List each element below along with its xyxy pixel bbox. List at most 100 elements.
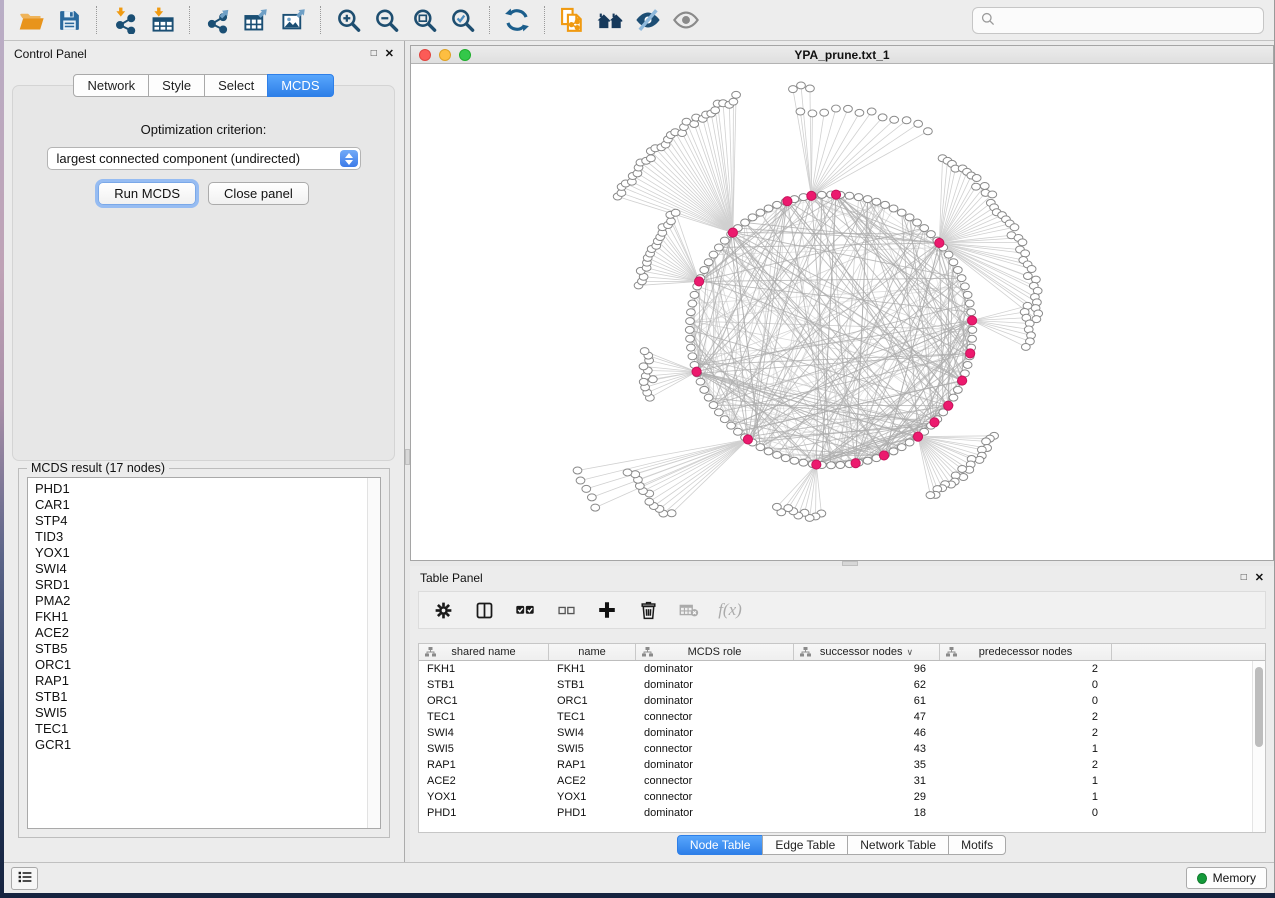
window-maximize-icon[interactable] xyxy=(459,49,471,61)
table-cell: connector xyxy=(636,743,794,755)
show-panels-button[interactable] xyxy=(11,867,38,890)
table-row[interactable]: SWI5SWI5connector431 xyxy=(419,741,1265,757)
mcds-result-item[interactable]: SWI4 xyxy=(35,561,360,577)
refresh-network-icon[interactable] xyxy=(500,4,534,36)
column-header-shared-name[interactable]: shared name xyxy=(419,644,549,660)
column-header-predecessor-nodes[interactable]: predecessor nodes xyxy=(940,644,1112,660)
select-all-columns-icon[interactable] xyxy=(513,598,537,622)
table-cell: 47 xyxy=(794,711,940,723)
mcds-result-item[interactable]: CAR1 xyxy=(35,497,360,513)
table-cell: 0 xyxy=(940,679,1112,691)
table-cell: 61 xyxy=(794,695,940,707)
window-close-icon[interactable] xyxy=(419,49,431,61)
float-panel-icon[interactable]: □ xyxy=(371,49,377,59)
memory-status-icon xyxy=(1197,873,1207,884)
scrollbar-thumb[interactable] xyxy=(1255,667,1263,747)
tab-style[interactable]: Style xyxy=(148,74,205,97)
column-header-name[interactable]: name xyxy=(549,644,636,660)
export-network-icon[interactable] xyxy=(200,4,234,36)
mcds-result-item[interactable]: TEC1 xyxy=(35,721,360,737)
table-cell: dominator xyxy=(636,663,794,675)
column-header-successor-nodes[interactable]: successor nodes∨ xyxy=(794,644,940,660)
tab-network[interactable]: Network xyxy=(73,74,149,97)
close-panel-button[interactable]: Close panel xyxy=(208,182,309,205)
table-row[interactable]: SWI4SWI4dominator462 xyxy=(419,725,1265,741)
mcds-result-item[interactable]: STB1 xyxy=(35,689,360,705)
mcds-list-scrollbar[interactable] xyxy=(367,478,380,828)
export-image-icon[interactable] xyxy=(276,4,310,36)
close-panel-icon[interactable]: ✕ xyxy=(1255,573,1264,584)
table-row[interactable]: ORC1ORC1dominator610 xyxy=(419,693,1265,709)
table-body: FKH1FKH1dominator962STB1STB1dominator620… xyxy=(419,661,1265,821)
close-panel-icon[interactable]: ✕ xyxy=(385,49,394,60)
search-field[interactable] xyxy=(972,7,1264,34)
hide-selected-icon[interactable] xyxy=(631,4,665,36)
table-cell: 18 xyxy=(794,807,940,819)
mcds-result-item[interactable]: YOX1 xyxy=(35,545,360,561)
settings-icon[interactable] xyxy=(431,598,455,622)
tab-network-table[interactable]: Network Table xyxy=(847,835,949,855)
list-icon xyxy=(17,869,33,888)
open-file-icon[interactable] xyxy=(14,4,48,36)
import-table-icon[interactable] xyxy=(145,4,179,36)
mcds-result-item[interactable]: STP4 xyxy=(35,513,360,529)
save-session-icon[interactable] xyxy=(52,4,86,36)
import-network-icon[interactable] xyxy=(107,4,141,36)
mcds-result-item[interactable]: SWI5 xyxy=(35,705,360,721)
table-row[interactable]: RAP1RAP1dominator352 xyxy=(419,757,1265,773)
control-panel-header: Control Panel □ ✕ xyxy=(4,41,404,67)
float-panel-icon[interactable]: □ xyxy=(1241,573,1247,583)
table-row[interactable]: FKH1FKH1dominator962 xyxy=(419,661,1265,677)
network-canvas[interactable] xyxy=(411,64,1273,560)
table-panel: Table Panel □ ✕ xyxy=(410,566,1274,862)
mcds-result-item[interactable]: FKH1 xyxy=(35,609,360,625)
mcds-result-item[interactable]: ACE2 xyxy=(35,625,360,641)
table-row[interactable]: TEC1TEC1connector472 xyxy=(419,709,1265,725)
mcds-result-item[interactable]: PHD1 xyxy=(35,481,360,497)
tab-motifs[interactable]: Motifs xyxy=(948,835,1006,855)
zoom-selected-icon[interactable] xyxy=(445,4,479,36)
show-all-icon[interactable] xyxy=(669,4,703,36)
mcds-result-item[interactable]: PMA2 xyxy=(35,593,360,609)
tab-node-table[interactable]: Node Table xyxy=(677,835,764,855)
clone-network-icon[interactable] xyxy=(555,4,589,36)
zoom-fit-icon[interactable] xyxy=(407,4,441,36)
table-row[interactable]: STB1STB1dominator620 xyxy=(419,677,1265,693)
tab-select[interactable]: Select xyxy=(204,74,268,97)
run-mcds-button[interactable]: Run MCDS xyxy=(98,182,196,205)
toggle-columns-icon[interactable] xyxy=(472,598,496,622)
search-input[interactable] xyxy=(1001,13,1256,28)
criterion-select[interactable]: largest connected component (undirected) xyxy=(47,147,361,170)
table-cell: dominator xyxy=(636,679,794,691)
column-header-mcds-role[interactable]: MCDS role xyxy=(636,644,794,660)
mcds-result-item[interactable]: GCR1 xyxy=(35,737,360,753)
tab-edge-table[interactable]: Edge Table xyxy=(762,835,848,855)
table-panel-header: Table Panel □ ✕ xyxy=(410,566,1274,590)
tab-mcds[interactable]: MCDS xyxy=(267,74,333,97)
main-toolbar xyxy=(4,0,1274,41)
mcds-result-item[interactable]: ORC1 xyxy=(35,657,360,673)
zoom-out-icon[interactable] xyxy=(369,4,403,36)
deselect-all-columns-icon[interactable] xyxy=(554,598,578,622)
table-cell: connector xyxy=(636,791,794,803)
mcds-result-item[interactable]: RAP1 xyxy=(35,673,360,689)
table-row[interactable]: PHD1PHD1dominator180 xyxy=(419,805,1265,821)
export-table-icon[interactable] xyxy=(238,4,272,36)
memory-button[interactable]: Memory xyxy=(1186,867,1267,889)
table-cell: SWI4 xyxy=(549,727,636,739)
mcds-result-item[interactable]: SRD1 xyxy=(35,577,360,593)
column-header-filler xyxy=(1112,644,1265,660)
table-row[interactable]: ACE2ACE2connector311 xyxy=(419,773,1265,789)
table-cell: FKH1 xyxy=(549,663,636,675)
zoom-in-icon[interactable] xyxy=(331,4,365,36)
table-scrollbar[interactable] xyxy=(1252,661,1265,832)
mcds-result-item[interactable]: STB5 xyxy=(35,641,360,657)
table-row[interactable]: YOX1YOX1connector291 xyxy=(419,789,1265,805)
table-cell: 31 xyxy=(794,775,940,787)
delete-column-icon[interactable] xyxy=(636,598,660,622)
window-minimize-icon[interactable] xyxy=(439,49,451,61)
mcds-result-item[interactable]: TID3 xyxy=(35,529,360,545)
add-column-icon[interactable] xyxy=(595,598,619,622)
table-cell: 1 xyxy=(940,775,1112,787)
first-neighbors-icon[interactable] xyxy=(593,4,627,36)
